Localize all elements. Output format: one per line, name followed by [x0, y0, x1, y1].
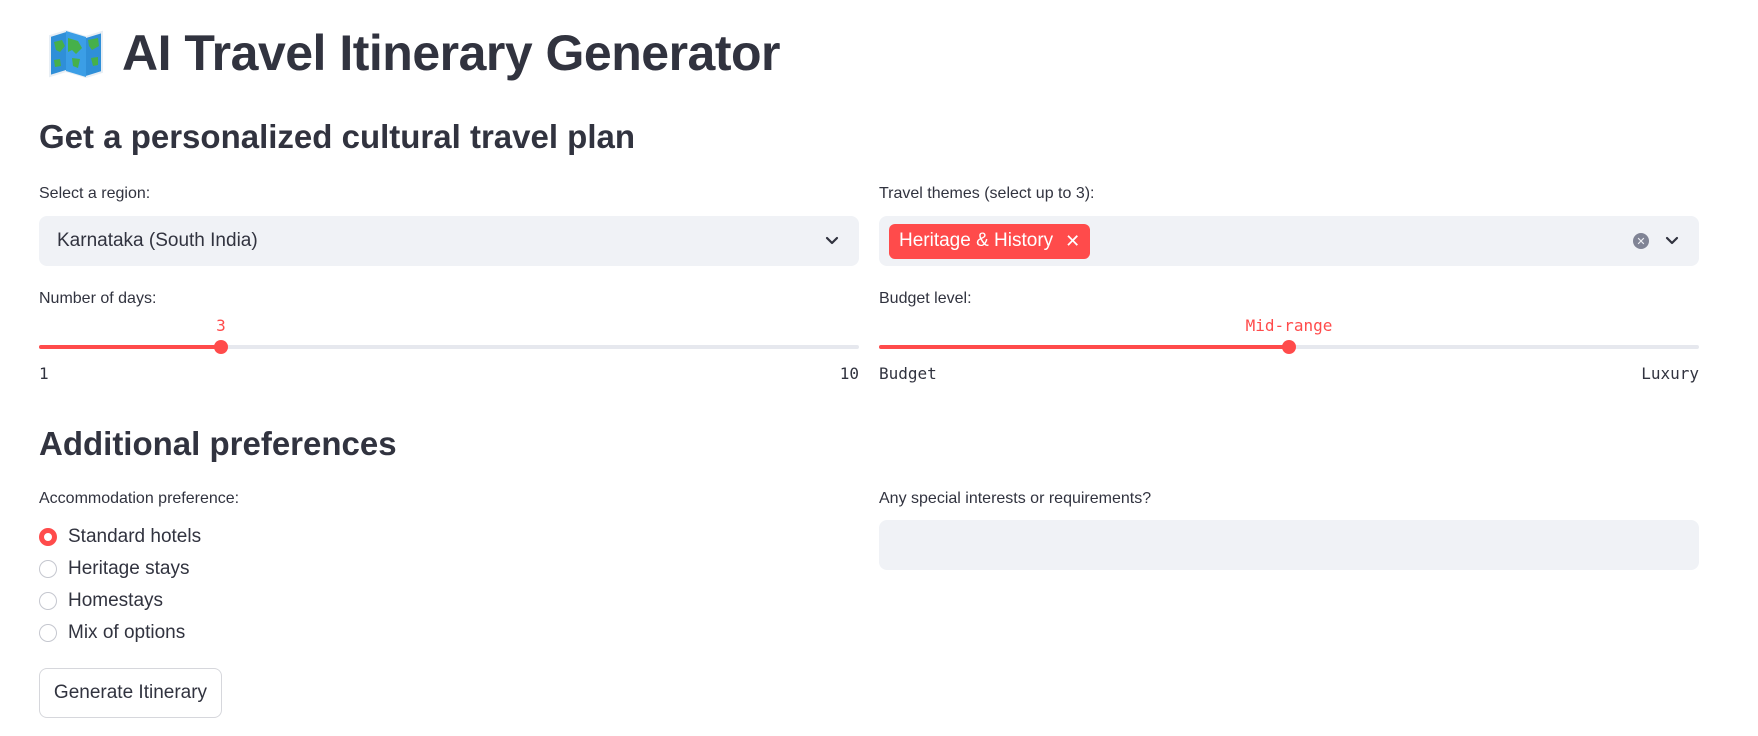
app-page: AI Travel Itinerary Generator Get a pers… — [0, 0, 1758, 736]
days-min-label: 1 — [39, 364, 49, 383]
remove-tag-icon[interactable]: ✕ — [1065, 231, 1080, 252]
radio-option-standard-hotels[interactable]: Standard hotels — [39, 524, 201, 550]
radio-label: Standard hotels — [68, 526, 202, 547]
radio-circle[interactable] — [39, 592, 57, 610]
accommodation-label: Accommodation preference: — [39, 490, 240, 507]
themes-label: Travel themes (select up to 3): — [879, 185, 1095, 202]
title-row: AI Travel Itinerary Generator — [48, 18, 781, 88]
region-select[interactable]: Karnataka (South India) — [39, 216, 859, 266]
slider-thumb[interactable] — [214, 340, 228, 354]
budget-max-label: Luxury — [1641, 364, 1699, 383]
budget-slider-value: Mid-range — [1245, 316, 1333, 335]
days-max-label: 10 — [839, 364, 859, 383]
special-interests-input[interactable] — [879, 520, 1699, 570]
world-map-icon — [49, 29, 103, 78]
radio-label: Mix of options — [68, 622, 186, 643]
special-interests-label: Any special interests or requirements? — [879, 490, 1152, 507]
clear-all-icon[interactable]: ✕ — [1633, 233, 1649, 249]
slider-fill — [879, 345, 1289, 349]
chevron-down-icon[interactable] — [823, 232, 841, 250]
theme-tag-label: Heritage & History — [899, 230, 1054, 251]
radio-option-heritage-stays[interactable]: Heritage stays — [39, 556, 189, 582]
budget-slider[interactable] — [879, 337, 1699, 357]
theme-tag[interactable]: Heritage & History ✕ — [889, 223, 1091, 259]
additional-preferences-heading: Additional preferences — [39, 425, 397, 462]
radio-circle[interactable] — [39, 528, 57, 546]
radio-circle[interactable] — [39, 624, 57, 642]
days-slider-value: 3 — [216, 316, 226, 335]
region-selected-value: Karnataka (South India) — [57, 230, 258, 251]
slider-thumb[interactable] — [1282, 340, 1296, 354]
generate-itinerary-button[interactable]: Generate Itinerary — [39, 668, 222, 718]
radio-label: Homestays — [68, 590, 164, 611]
page-subtitle: Get a personalized cultural travel plan — [39, 118, 636, 155]
radio-circle[interactable] — [39, 560, 57, 578]
slider-fill — [39, 345, 221, 349]
themes-multiselect[interactable]: Heritage & History ✕ ✕ — [879, 216, 1699, 266]
radio-option-homestays[interactable]: Homestays — [39, 588, 163, 614]
multiselect-controls: ✕ — [1633, 232, 1689, 250]
budget-min-label: Budget — [879, 364, 937, 383]
chevron-down-icon[interactable] — [1663, 232, 1681, 250]
radio-option-mix-of-options[interactable]: Mix of options — [39, 620, 185, 646]
app-title: AI Travel Itinerary Generator — [122, 25, 781, 81]
radio-label: Heritage stays — [68, 558, 190, 579]
region-label: Select a region: — [39, 185, 151, 202]
budget-label: Budget level: — [879, 290, 972, 307]
days-slider[interactable] — [39, 337, 859, 357]
days-label: Number of days: — [39, 290, 157, 307]
